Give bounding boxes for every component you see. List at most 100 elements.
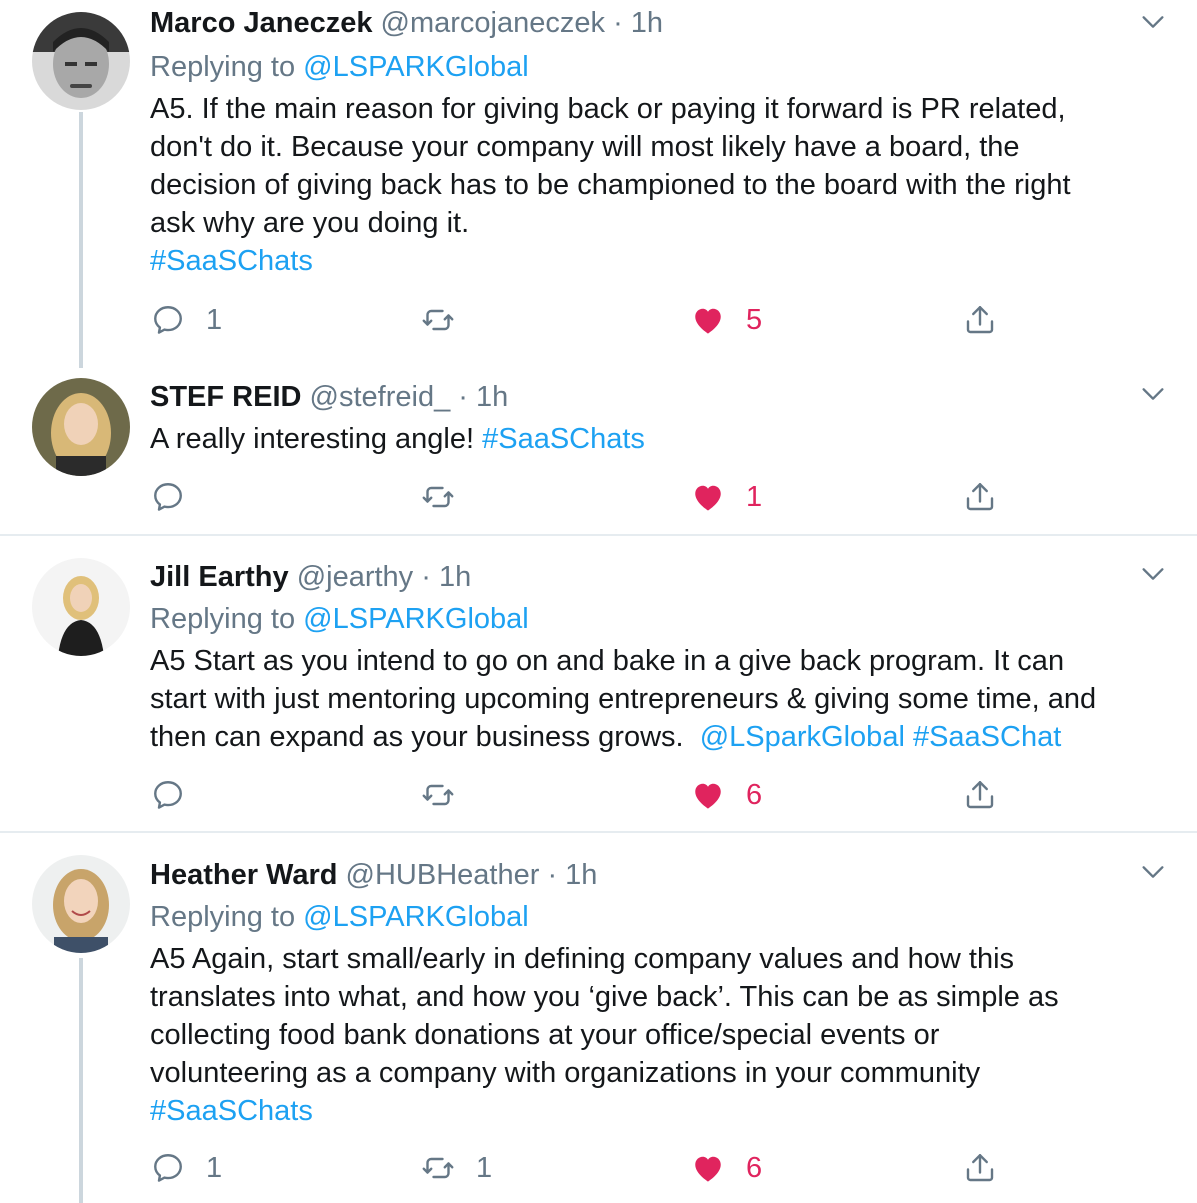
timestamp[interactable]: 1h	[631, 7, 663, 39]
replying-to: Replying to @LSPARKGlobal	[150, 602, 529, 636]
tweet-text-line: A5. If the main reason for giving back o…	[150, 93, 1066, 125]
tweet-divider	[0, 534, 1197, 536]
tweet-text-line: start with just mentoring upcoming entre…	[150, 683, 1097, 715]
avatar[interactable]	[32, 12, 130, 110]
like-button[interactable]: 6	[690, 775, 762, 815]
like-icon	[690, 302, 726, 338]
user-handle[interactable]: @marcojaneczek	[381, 7, 605, 39]
like-icon	[690, 777, 726, 813]
reply-button[interactable]: 1	[150, 1148, 222, 1188]
tweet-actions: 6	[150, 775, 1010, 815]
reply-button[interactable]	[150, 477, 206, 517]
display-name[interactable]: Marco Janeczek	[150, 7, 372, 39]
reply-icon	[150, 302, 186, 338]
tweet-text: A5 Start as you intend to go on and bake…	[150, 642, 1180, 756]
like-count: 1	[746, 480, 763, 513]
like-count: 5	[746, 303, 763, 336]
reply-icon	[150, 479, 186, 515]
tweet-header: STEF REID @stefreid_ · 1h	[150, 380, 508, 414]
tweet-text-line: volunteering as a company with organizat…	[150, 1057, 981, 1089]
share-icon	[962, 777, 998, 813]
separator-dot: ·	[547, 859, 558, 891]
replying-label: Replying to	[150, 901, 296, 933]
like-icon	[690, 479, 726, 515]
like-count: 6	[746, 778, 763, 811]
tweet-text: A really interesting angle! #SaaSChats	[150, 420, 1180, 458]
replying-label: Replying to	[150, 51, 296, 83]
mention-link[interactable]: @LSparkGlobal	[700, 721, 905, 753]
retweet-button[interactable]	[420, 300, 476, 340]
share-button[interactable]	[962, 300, 998, 340]
tweet-text-line: collecting food bank donations at your o…	[150, 1019, 940, 1051]
share-icon	[962, 302, 998, 338]
tweet-actions: 1	[150, 477, 1010, 517]
tweet-divider	[0, 831, 1197, 833]
chevron-down-icon[interactable]	[1139, 380, 1167, 408]
replying-to: Replying to @LSPARKGlobal	[150, 50, 529, 84]
like-button[interactable]: 1	[690, 477, 762, 517]
reply-count: 1	[206, 303, 223, 336]
chevron-down-icon[interactable]	[1139, 560, 1167, 588]
user-handle[interactable]: @HUBHeather	[346, 859, 540, 891]
timestamp[interactable]: 1h	[476, 381, 508, 413]
tweet-text-line: ask why are you doing it.	[150, 207, 470, 239]
display-name[interactable]: Heather Ward	[150, 859, 337, 891]
tweet-text-line: then can expand as your business grows.	[150, 721, 684, 753]
tweet-actions: 1 5	[150, 300, 1010, 340]
retweet-count: 1	[476, 1151, 493, 1184]
tweet-text-line: decision of giving back has to be champi…	[150, 169, 1071, 201]
display-name[interactable]: Jill Earthy	[150, 561, 289, 593]
tweet-text-line: A really interesting angle!	[150, 423, 475, 455]
reply-count: 1	[206, 1151, 223, 1184]
reply-button[interactable]	[150, 775, 206, 815]
avatar[interactable]	[32, 378, 130, 476]
separator-dot: ·	[613, 7, 623, 39]
share-button[interactable]	[962, 477, 998, 517]
user-handle[interactable]: @jearthy	[297, 561, 413, 593]
reply-icon	[150, 1150, 186, 1186]
replying-to-link[interactable]: @LSPARKGlobal	[303, 51, 529, 83]
hashtag-link[interactable]: #SaaSChat	[913, 721, 1061, 753]
like-count: 6	[746, 1151, 763, 1184]
share-icon	[962, 1150, 998, 1186]
reply-icon	[150, 777, 186, 813]
tweet-text-line: don't do it. Because your company will m…	[150, 131, 1020, 163]
replying-to: Replying to @LSPARKGlobal	[150, 900, 529, 934]
separator-dot: ·	[421, 561, 431, 593]
retweet-button[interactable]	[420, 775, 476, 815]
replying-to-link[interactable]: @LSPARKGlobal	[303, 603, 529, 635]
like-icon	[690, 1150, 726, 1186]
thread-line	[79, 112, 83, 368]
tweet-header: Marco Janeczek @marcojaneczek · 1h	[150, 6, 663, 40]
retweet-icon	[420, 479, 456, 515]
share-button[interactable]	[962, 1148, 998, 1188]
tweet-header: Jill Earthy @jearthy · 1h	[150, 560, 471, 594]
hashtag-link[interactable]: #SaaSChats	[482, 423, 645, 455]
tweet-text-line: translates into what, and how you ‘give …	[150, 981, 1059, 1013]
retweet-button[interactable]	[420, 477, 476, 517]
display-name[interactable]: STEF REID	[150, 381, 301, 413]
tweet-feed: Marco Janeczek @marcojaneczek · 1h Reply…	[0, 0, 1197, 1203]
like-button[interactable]: 5	[690, 300, 762, 340]
like-button[interactable]: 6	[690, 1148, 762, 1188]
retweet-button[interactable]: 1	[420, 1148, 492, 1188]
chevron-down-icon[interactable]	[1139, 8, 1167, 36]
retweet-icon	[420, 777, 456, 813]
hashtag-link[interactable]: #SaaSChats	[150, 242, 1180, 280]
avatar[interactable]	[32, 855, 130, 953]
timestamp[interactable]: 1h	[565, 859, 597, 891]
user-handle[interactable]: @stefreid_	[310, 381, 451, 413]
replying-label: Replying to	[150, 603, 296, 635]
retweet-icon	[420, 302, 456, 338]
reply-button[interactable]: 1	[150, 300, 222, 340]
chevron-down-icon[interactable]	[1139, 858, 1167, 886]
replying-to-link[interactable]: @LSPARKGlobal	[303, 901, 529, 933]
hashtag-link[interactable]: #SaaSChats	[150, 1092, 1180, 1130]
avatar[interactable]	[32, 558, 130, 656]
separator-dot: ·	[458, 381, 468, 413]
timestamp[interactable]: 1h	[439, 561, 471, 593]
share-button[interactable]	[962, 775, 998, 815]
tweet-text: A5 Again, start small/early in defining …	[150, 940, 1180, 1130]
tweet-header: Heather Ward @HUBHeather · 1h	[150, 858, 597, 892]
tweet-text-line: A5 Start as you intend to go on and bake…	[150, 645, 1065, 677]
